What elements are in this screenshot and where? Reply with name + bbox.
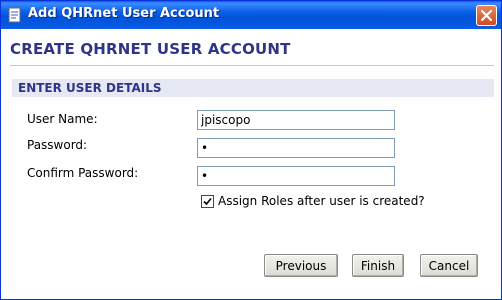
username-input[interactable] bbox=[197, 110, 395, 130]
confirm-password-input[interactable] bbox=[197, 166, 395, 186]
section-header: ENTER USER DETAILS bbox=[12, 79, 494, 97]
dialog-window: Add QHRnet User Account CREATE QHRNET US… bbox=[0, 0, 502, 300]
divider bbox=[10, 65, 494, 66]
title-bar[interactable]: Add QHRnet User Account bbox=[1, 1, 501, 29]
section-title: ENTER USER DETAILS bbox=[18, 81, 162, 95]
password-input[interactable] bbox=[197, 138, 395, 158]
confirm-password-label: Confirm Password: bbox=[27, 166, 139, 180]
password-label: Password: bbox=[27, 138, 88, 152]
finish-button[interactable]: Finish bbox=[352, 254, 404, 277]
previous-button[interactable]: Previous bbox=[264, 254, 338, 277]
cancel-button[interactable]: Cancel bbox=[420, 254, 478, 277]
checkmark-icon bbox=[203, 197, 212, 206]
dialog-body: CREATE QHRNET USER ACCOUNT ENTER USER DE… bbox=[4, 29, 498, 297]
document-icon bbox=[7, 7, 23, 23]
assign-roles-checkbox[interactable] bbox=[201, 195, 214, 208]
page-title: CREATE QHRNET USER ACCOUNT bbox=[10, 40, 291, 58]
assign-roles-label[interactable]: Assign Roles after user is created? bbox=[218, 194, 425, 208]
close-button[interactable] bbox=[476, 5, 497, 26]
window-title: Add QHRnet User Account bbox=[28, 6, 220, 21]
close-icon bbox=[481, 10, 492, 21]
username-label: User Name: bbox=[27, 112, 98, 126]
